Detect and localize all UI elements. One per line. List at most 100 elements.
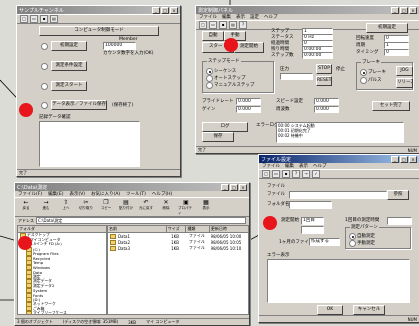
print-icon[interactable]: ▤ [50,15,58,23]
menu-view[interactable]: 表示(V) [69,191,85,197]
menu-tools[interactable]: ツール(T) [126,191,146,197]
col-size[interactable]: サイズ [167,226,187,232]
tab-auto[interactable]: 自動 [202,31,224,41]
jog-button[interactable]: JOG [396,66,413,76]
param-value-rate[interactable]: 0.000 [236,98,261,105]
copy-button[interactable]: ❐ コピー [98,199,114,215]
log-button[interactable]: ログ [202,122,248,132]
brake-radio[interactable] [360,69,367,76]
browse-button[interactable]: 参照 [387,190,409,200]
param-value-gain[interactable]: 0.000 [236,106,261,113]
tree-item[interactable]: マイブリーフケース [20,310,106,314]
side-value-rotation[interactable]: 0 [384,35,409,42]
release-button[interactable]: リリース [396,78,413,88]
stop-button[interactable]: STOP [316,64,332,74]
save-radio[interactable] [41,102,48,109]
reset-button[interactable]: RESET [316,76,332,86]
set-complete-button[interactable]: セット完了 [372,101,410,111]
properties-button[interactable]: ▣ プロパティ [178,199,194,215]
side-value-timing[interactable]: 0 [384,49,409,56]
control-window-titlebar[interactable]: サンプルチャンネル _ □ × [17,6,180,14]
menu-favorites[interactable]: お気に入り(A) [91,191,120,197]
close-icon[interactable]: × [170,6,178,14]
pulse-radio[interactable] [360,77,367,84]
paste-button[interactable]: ▤ 貼り付け [118,199,134,215]
save-icon[interactable]: ▪ [282,170,290,178]
ok-button[interactable]: OK [317,305,343,315]
file-input[interactable] [289,191,387,199]
help-icon[interactable]: ? [292,170,300,178]
menu-file[interactable]: ファイル [262,163,280,169]
maximize-icon[interactable]: □ [400,6,408,14]
param-value-speed[interactable]: 0.000 [314,98,339,105]
minimize-icon[interactable]: _ [152,6,160,14]
undo-button[interactable]: ↶ 元に戻す [138,199,154,215]
col-name[interactable]: 名前 [108,226,167,232]
side-value-period[interactable]: 1 [384,42,409,49]
help-icon[interactable]: ? [239,21,247,29]
manual-measure-radio[interactable] [349,240,356,247]
start-input[interactable]: 1回目 [301,217,324,225]
condition-button[interactable]: 測定条件設定 [51,61,87,71]
explorer-titlebar[interactable]: C:\Data\測定 _ □ × [15,183,249,191]
check-icon[interactable]: ✓ [312,170,320,178]
col-date[interactable]: 更新日時 [210,226,248,232]
minimize-icon[interactable]: _ [391,155,399,163]
mode-auto-radio[interactable] [206,75,213,82]
open-icon[interactable]: ▭ [272,170,280,178]
menu-help[interactable]: ヘルプ [264,14,278,20]
new-icon[interactable]: □ [20,15,28,23]
mode-sequence-radio[interactable] [206,68,213,75]
measure-start-button[interactable]: 測定開始 [234,42,264,53]
file-row[interactable]: Data3 1KB ファイル 98/06/05 10:10 [110,245,248,251]
close-icon[interactable]: × [409,6,417,14]
cancel-button[interactable]: キャンセル [353,305,385,315]
save-icon[interactable]: ▪ [219,21,227,29]
menu-settings[interactable]: 設定 [250,14,259,20]
save-icon[interactable]: ▪ [40,15,48,23]
menu-edit[interactable]: 編集 [285,163,294,169]
views-button[interactable]: ▦ 表示 [198,199,214,215]
auto-measure-radio[interactable] [349,233,356,240]
minimize-icon[interactable]: _ [221,183,229,191]
init-button[interactable]: 初期設定 [51,41,87,51]
spin-select[interactable]: 作成する [309,238,340,246]
close-icon[interactable]: × [409,155,417,163]
print-icon[interactable]: ▤ [229,21,237,29]
open-icon[interactable]: ▭ [30,15,38,23]
menu-help[interactable]: ヘルプ [313,163,327,169]
mode-manual-radio[interactable] [206,82,213,89]
memo-box[interactable] [267,259,410,303]
forward-button[interactable]: → 進む [38,199,54,215]
maximize-icon[interactable]: □ [161,6,169,14]
start-radio[interactable] [41,83,48,90]
file-settings-titlebar[interactable]: ファイル設定 _ □ × [259,155,419,163]
back-button[interactable]: ← 戻る [18,199,34,215]
new-icon[interactable]: □ [262,170,270,178]
new-icon[interactable]: □ [199,21,207,29]
init-radio[interactable] [41,43,48,50]
folder-input[interactable] [289,201,332,209]
menu-view[interactable]: 表示 [299,163,308,169]
open-icon[interactable]: ▭ [209,21,217,29]
member-input[interactable]: 100000 [103,42,136,50]
up-button[interactable]: ⇧ 上へ [58,199,74,215]
start-button[interactable]: 測定スタート [51,81,87,91]
time-input[interactable] [387,217,412,225]
init-settings-button[interactable]: 初期設定 [366,23,408,33]
mode-header-button[interactable]: コンピュータ制御モード [39,26,159,36]
cut-button[interactable]: ✂ 切り取り [78,199,94,215]
menu-view[interactable]: 表示 [236,14,245,20]
menu-file[interactable]: ファイル(F) [18,191,42,197]
measure-panel-titlebar[interactable]: 測定制御パネル _ □ × [196,6,419,14]
param-value-freq[interactable]: 0.000 [314,106,339,113]
menu-help[interactable]: ヘルプ(H) [152,191,172,197]
menu-edit[interactable]: 編集(E) [48,191,63,197]
arrow-icon[interactable]: → [302,170,310,178]
maximize-icon[interactable]: □ [400,155,408,163]
file-row[interactable]: Data1 1KB ファイル 98/06/05 10:00 [110,233,248,239]
maximize-icon[interactable]: □ [230,183,238,191]
menu-file[interactable]: ファイル [199,14,217,20]
menu-edit[interactable]: 編集 [222,14,231,20]
close-icon[interactable]: × [239,183,247,191]
